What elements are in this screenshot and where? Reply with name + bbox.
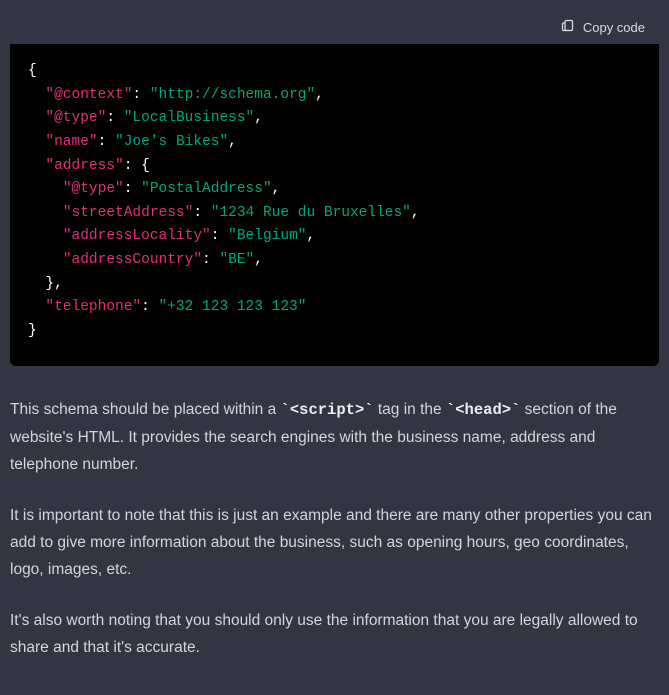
json-key: "name" bbox=[45, 134, 97, 150]
code-body[interactable]: { "@context": "http://schema.org", "@typ… bbox=[10, 44, 659, 366]
code-header: Copy code bbox=[10, 10, 659, 44]
json-key: "addressCountry" bbox=[63, 252, 202, 268]
json-string: "PostalAddress" bbox=[141, 181, 272, 197]
code-line: } bbox=[28, 323, 37, 339]
json-string: "+32 123 123 123" bbox=[159, 299, 307, 315]
paragraph-1: This schema should be placed within a `<… bbox=[10, 396, 659, 478]
code-text: : { bbox=[124, 158, 150, 174]
inline-code-head: `<head>` bbox=[446, 401, 520, 419]
json-string: "Belgium" bbox=[228, 228, 306, 244]
json-string: "BE" bbox=[219, 252, 254, 268]
json-string: "Joe's Bikes" bbox=[115, 134, 228, 150]
json-key: "@type" bbox=[63, 181, 124, 197]
json-string: "http://schema.org" bbox=[150, 87, 315, 103]
json-key: "address" bbox=[45, 158, 123, 174]
json-string: "LocalBusiness" bbox=[124, 110, 255, 126]
json-key: "telephone" bbox=[45, 299, 141, 315]
code-line: }, bbox=[28, 276, 63, 292]
inline-code-script: `<script>` bbox=[281, 401, 374, 419]
json-key: "streetAddress" bbox=[63, 205, 194, 221]
json-key: "@type" bbox=[45, 110, 106, 126]
json-string: "1234 Rue du Bruxelles" bbox=[211, 205, 411, 221]
json-key: "@context" bbox=[45, 87, 132, 103]
code-line: { bbox=[28, 63, 37, 79]
json-key: "addressLocality" bbox=[63, 228, 211, 244]
clipboard-icon bbox=[560, 18, 575, 36]
copy-code-label: Copy code bbox=[583, 20, 645, 35]
copy-code-button[interactable]: Copy code bbox=[560, 18, 645, 36]
explanation-text: This schema should be placed within a `<… bbox=[10, 396, 659, 662]
paragraph-3: It's also worth noting that you should o… bbox=[10, 607, 659, 661]
code-block: Copy code { "@context": "http://schema.o… bbox=[10, 10, 659, 366]
paragraph-2: It is important to note that this is jus… bbox=[10, 502, 659, 583]
